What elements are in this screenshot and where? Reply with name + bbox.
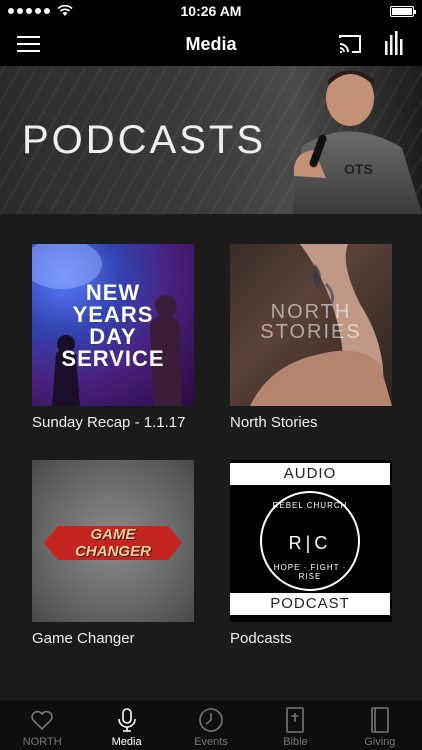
battery-icon: [390, 5, 416, 17]
clock-icon: [199, 708, 223, 732]
podcast-card-north-stories[interactable]: NORTH STORIES North Stories: [230, 244, 392, 431]
book-icon: [371, 707, 389, 733]
status-bar: 10:26 AM: [0, 0, 422, 22]
thumbnail-title-line: GAME: [90, 526, 136, 543]
wifi-icon: [57, 5, 73, 16]
microphone-icon: [117, 708, 136, 732]
podcast-card-label[interactable]: North Stories: [230, 414, 392, 431]
podcast-card-label[interactable]: Sunday Recap - 1.1.17: [32, 414, 194, 431]
heart-icon: [31, 710, 53, 731]
menu-button[interactable]: [17, 36, 40, 52]
podcast-thumbnail[interactable]: NORTH STORIES: [230, 244, 392, 406]
tab-events[interactable]: Events: [169, 700, 253, 750]
hero-title: PODCASTS: [22, 118, 267, 162]
podcast-thumbnail[interactable]: NEW YEARS DAY SERVICE: [32, 244, 194, 406]
thumbnail-header: AUDIO: [230, 463, 390, 485]
tab-bible[interactable]: Bible: [253, 700, 337, 750]
thumbnail-title: NEW YEARS DAY SERVICE: [61, 280, 165, 371]
tab-giving[interactable]: Giving: [338, 700, 422, 750]
tab-label: Bible: [283, 736, 308, 748]
svg-text:OTS: OTS: [344, 161, 373, 177]
hero-banner: OTS PODCASTS: [0, 66, 422, 214]
thumbnail-footer: PODCAST: [230, 593, 390, 615]
thumbnail-title: NORTH STORIES: [260, 301, 362, 343]
podcast-card-podcasts[interactable]: AUDIO REBEL CHURCH R|C HOPE · FIGHT · RI…: [230, 460, 392, 647]
podcast-card-label[interactable]: Game Changer: [32, 630, 194, 647]
tab-label: NORTH: [22, 736, 62, 748]
podcast-thumbnail[interactable]: AUDIO REBEL CHURCH R|C HOPE · FIGHT · RI…: [230, 460, 392, 622]
logo-text-top: REBEL CHURCH: [272, 501, 348, 510]
podcast-grid: NEW YEARS DAY SERVICE Sunday Recap - 1.1…: [0, 214, 422, 699]
bible-icon: [286, 707, 305, 733]
nav-bar: Media: [0, 22, 422, 66]
podcast-card-sunday-recap[interactable]: NEW YEARS DAY SERVICE Sunday Recap - 1.1…: [32, 244, 194, 431]
podcast-card-game-changer[interactable]: GAME CHANGER Game Changer: [32, 460, 194, 647]
menu-icon-line: [17, 50, 40, 52]
rebel-church-logo: REBEL CHURCH R|C HOPE · FIGHT · RISE: [260, 491, 360, 591]
equalizer-icon[interactable]: [383, 31, 405, 55]
logo-monogram: R|C: [288, 533, 332, 553]
tab-label: Giving: [364, 736, 396, 748]
menu-icon-line: [17, 36, 40, 38]
tab-north[interactable]: NORTH: [0, 700, 84, 750]
logo-text-bottom: HOPE · FIGHT · RISE: [273, 563, 347, 581]
tab-label: Events: [194, 736, 228, 748]
page-title: Media: [185, 33, 237, 54]
menu-icon-line: [17, 43, 40, 45]
tab-label: Media: [111, 736, 142, 748]
tab-bar: NORTH Media Events Bible Giving: [0, 699, 422, 750]
cast-icon[interactable]: [338, 33, 362, 55]
podcast-card-label[interactable]: Podcasts: [230, 630, 392, 647]
thumbnail-title-line: CHANGER: [75, 543, 151, 560]
signal-strength-icon: [8, 5, 73, 17]
podcast-thumbnail[interactable]: GAME CHANGER: [32, 460, 194, 622]
tab-media[interactable]: Media: [84, 700, 168, 750]
